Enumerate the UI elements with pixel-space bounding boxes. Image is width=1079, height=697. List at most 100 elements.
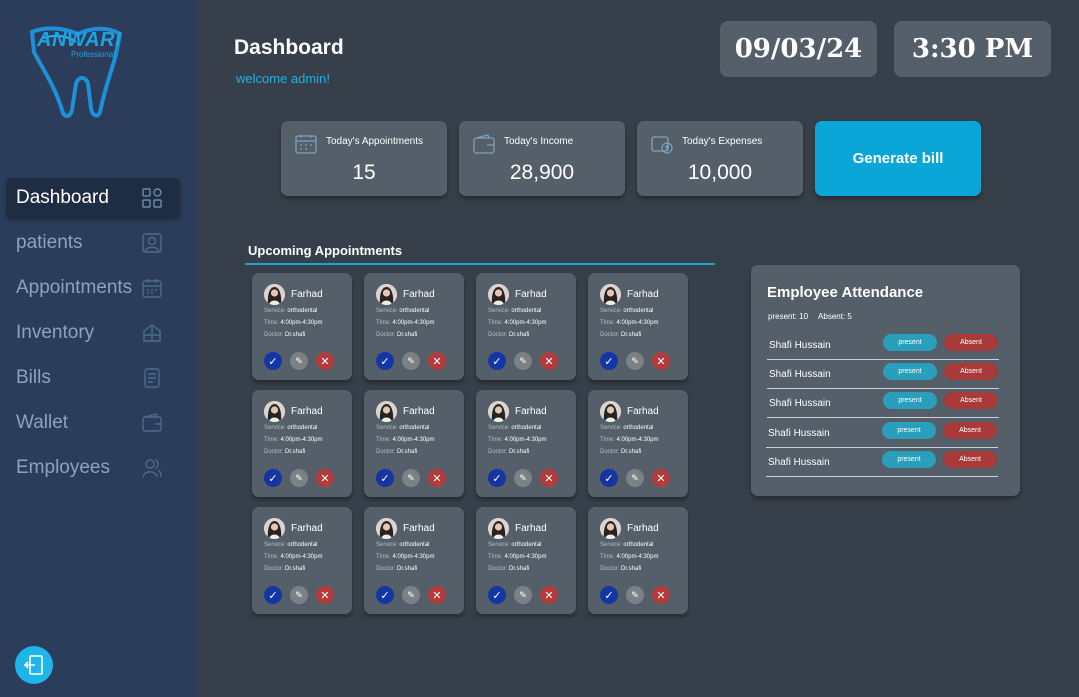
absent-button[interactable]: Absent [944, 363, 998, 380]
service-value: orthodental [511, 425, 542, 431]
doctor-value: Dr.shafi [285, 332, 306, 338]
cancel-button[interactable]: ✕ [652, 586, 670, 604]
present-button[interactable]: present [882, 422, 936, 439]
attendance-row: Shafi Hussain present Absent [767, 390, 999, 418]
present-button[interactable]: present [882, 451, 936, 468]
stat-card-expenses: Today's Expenses 10,000 [637, 121, 803, 196]
edit-button[interactable]: ✎ [402, 352, 420, 370]
appointment-card[interactable]: Farhad Service: orthodental Time: 4:00pm-4… [588, 273, 688, 380]
appointment-card[interactable]: Farhad Service: orthodental Time: 4:00pm-4… [364, 273, 464, 380]
cancel-button[interactable]: ✕ [316, 352, 334, 370]
appointment-card[interactable]: Farhad Service: orthodental Time: 4:00pm-4… [476, 273, 576, 380]
absent-button[interactable]: Absent [943, 422, 997, 439]
cancel-button[interactable]: ✕ [652, 469, 670, 487]
doctor-label: Doctor: [376, 332, 396, 338]
cancel-button[interactable]: ✕ [428, 469, 446, 487]
confirm-button[interactable]: ✓ [376, 469, 394, 487]
sidebar-item-appointments[interactable]: Appointments [6, 268, 180, 308]
appointment-card[interactable]: Farhad Service: orthodental Time: 4:00pm-4… [364, 390, 464, 497]
appointment-time: Time: 4:00pm-4:30pm [264, 320, 322, 326]
confirm-button[interactable]: ✓ [600, 469, 618, 487]
attendance-row: Shafi Hussain present Absent [766, 420, 998, 448]
appointment-card[interactable]: Farhad Service: orthodental Time: 4:00pm-4… [476, 390, 576, 497]
sidebar-item-inventory[interactable]: Inventory [6, 313, 180, 353]
edit-button[interactable]: ✎ [402, 469, 420, 487]
edit-button[interactable]: ✎ [290, 586, 308, 604]
appointment-card[interactable]: Farhad Service: orthodental Time: 4:00pm-4… [364, 507, 464, 614]
close-icon: ✕ [432, 472, 442, 485]
cancel-button[interactable]: ✕ [540, 469, 558, 487]
absent-button[interactable]: Absent [944, 334, 998, 351]
edit-button[interactable]: ✎ [514, 469, 532, 487]
pencil-icon: ✎ [295, 472, 303, 483]
present-button[interactable]: present [883, 392, 937, 409]
absent-button[interactable]: Absent [943, 451, 997, 468]
edit-button[interactable]: ✎ [402, 586, 420, 604]
cancel-button[interactable]: ✕ [540, 586, 558, 604]
time-label: Time: [488, 320, 503, 326]
appointment-card[interactable]: Farhad Service: orthodental Time: 4:00pm-4… [252, 273, 352, 380]
present-button[interactable]: present [883, 363, 937, 380]
stat-label: Today's Expenses [682, 136, 763, 147]
sidebar-item-employees[interactable]: Employees [6, 448, 180, 488]
service-value: orthodental [399, 542, 430, 548]
pencil-icon: ✎ [519, 589, 527, 600]
edit-button[interactable]: ✎ [626, 469, 644, 487]
confirm-button[interactable]: ✓ [264, 469, 282, 487]
cancel-button[interactable]: ✕ [652, 352, 670, 370]
time-value: 4:00pm-4:30pm [280, 437, 323, 443]
cancel-button[interactable]: ✕ [428, 586, 446, 604]
cancel-button[interactable]: ✕ [428, 352, 446, 370]
logout-button[interactable] [15, 646, 53, 684]
sidebar-item-dashboard[interactable]: Dashboard [6, 178, 180, 218]
confirm-button[interactable]: ✓ [488, 352, 506, 370]
absent-button[interactable]: Absent [944, 392, 998, 409]
sidebar-item-label: patients [16, 232, 83, 253]
service-label: Service: [376, 425, 398, 431]
sidebar-item-patients[interactable]: patients [6, 223, 180, 263]
sidebar-item-wallet[interactable]: Wallet [6, 403, 180, 443]
doctor-value: Dr.shafi [621, 566, 642, 572]
confirm-button[interactable]: ✓ [264, 586, 282, 604]
attendance-title: Employee Attendance [767, 284, 924, 301]
absent-count: Absent: 5 [818, 312, 852, 321]
edit-button[interactable]: ✎ [290, 469, 308, 487]
edit-button[interactable]: ✎ [626, 586, 644, 604]
appointment-card[interactable]: Farhad Service: orthodental Time: 4:00pm-4… [588, 390, 688, 497]
doctor-label: Doctor: [488, 566, 508, 572]
calendar-icon [295, 135, 317, 154]
appointment-service: Service: orthodental [264, 542, 317, 548]
cancel-button[interactable]: ✕ [540, 352, 558, 370]
edit-button[interactable]: ✎ [514, 586, 532, 604]
present-button[interactable]: present [883, 334, 937, 351]
confirm-button[interactable]: ✓ [600, 586, 618, 604]
appointment-card[interactable]: Farhad Service: orthodental Time: 4:00pm-4… [588, 507, 688, 614]
appointment-card[interactable]: Farhad Service: orthodental Time: 4:00pm-4… [252, 507, 352, 614]
sidebar-item-label: Dashboard [16, 187, 109, 208]
avatar [600, 284, 621, 305]
edit-button[interactable]: ✎ [514, 352, 532, 370]
confirm-button[interactable]: ✓ [488, 469, 506, 487]
time-value: 4:00pm-4:30pm [392, 320, 435, 326]
confirm-button[interactable]: ✓ [376, 586, 394, 604]
avatar [264, 284, 285, 305]
confirm-button[interactable]: ✓ [488, 586, 506, 604]
appointment-service: Service: orthodental [376, 425, 429, 431]
confirm-button[interactable]: ✓ [264, 352, 282, 370]
edit-button[interactable]: ✎ [626, 352, 644, 370]
appointment-service: Service: orthodental [376, 542, 429, 548]
appointment-card[interactable]: Farhad Service: orthodental Time: 4:00pm-4… [252, 390, 352, 497]
service-label: Service: [264, 425, 286, 431]
cancel-button[interactable]: ✕ [316, 469, 334, 487]
confirm-button[interactable]: ✓ [376, 352, 394, 370]
generate-bill-button[interactable]: Generate bill [815, 121, 981, 196]
sidebar-item-bills[interactable]: Bills [6, 358, 180, 398]
stat-value: 15 [352, 161, 376, 184]
check-icon: ✓ [492, 472, 502, 485]
doctor-label: Doctor: [376, 566, 396, 572]
edit-button[interactable]: ✎ [290, 352, 308, 370]
cancel-button[interactable]: ✕ [316, 586, 334, 604]
appointment-card[interactable]: Farhad Service: orthodental Time: 4:00pm-4… [476, 507, 576, 614]
doctor-label: Doctor: [600, 332, 620, 338]
confirm-button[interactable]: ✓ [600, 352, 618, 370]
